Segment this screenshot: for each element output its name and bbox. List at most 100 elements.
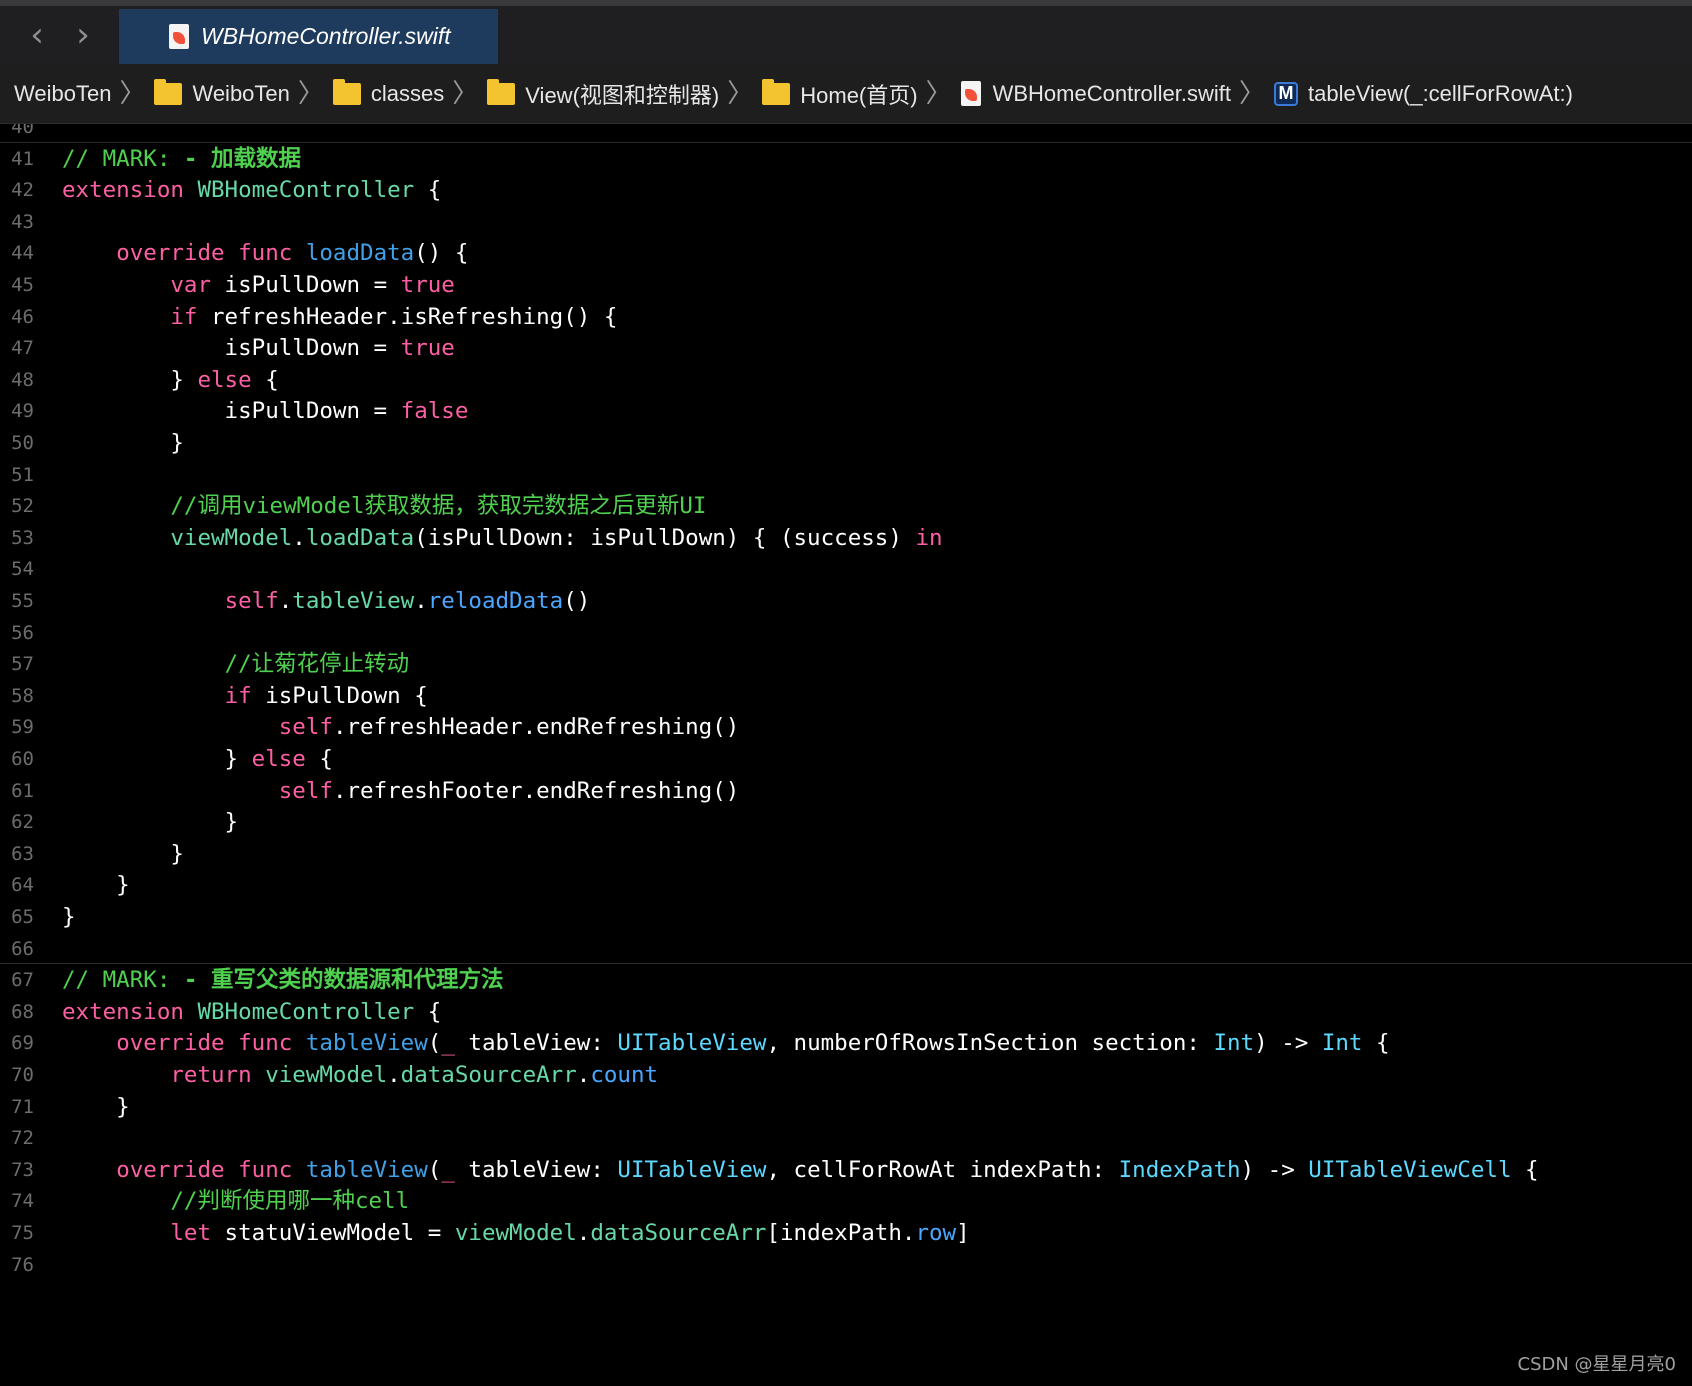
code-text: } [62,872,130,899]
code-text: self.refreshHeader.endRefreshing() [278,714,740,741]
breadcrumb: WeiboTen 〉 WeiboTen 〉 classes 〉 View(视图和控制器) 〉 H… [0,64,1692,124]
code-line[interactable]: 69 override func tableView(_ tableView: … [0,1026,1692,1060]
code-line[interactable]: 54 [0,552,1692,586]
code-line[interactable]: 60 } else { [0,742,1692,776]
code-text: } [62,809,239,836]
chevron-right-icon[interactable]: › [68,18,98,52]
breadcrumb-item[interactable]: MtableView(_:cellForRowAt:) [1274,81,1573,107]
breadcrumb-item[interactable]: Home(首页) [762,78,918,110]
code-text: } [62,904,76,930]
code-line[interactable]: 73 override func tableView(_ tableView: … [0,1153,1692,1187]
code-line[interactable]: 57 //让菊花停止转动 [0,647,1692,681]
code-text: return viewModel.dataSourceArr.count [170,1062,659,1088]
folder-icon [487,78,516,105]
line-number: 65 [11,906,34,928]
tab-wbhomecontroller[interactable]: WBHomeController.swift [119,9,498,64]
breadcrumb-label: WeiboTen [14,80,112,106]
folder-icon [762,78,791,105]
code-line[interactable]: 58 if isPullDown { [0,679,1692,713]
line-number: 70 [11,1064,34,1086]
line-number: 50 [11,432,34,454]
line-number: 64 [11,874,34,897]
line-number: 56 [11,621,34,644]
code-line[interactable]: 63 } [0,837,1692,871]
breadcrumb-item[interactable]: View(视图和控制器) [487,78,719,110]
breadcrumb-separator-icon: 〉 [452,78,479,109]
code-line[interactable]: 43 [0,205,1692,239]
code-text: isPullDown = true [62,335,455,362]
line-number: 46 [11,305,34,328]
line-number: 72 [11,1127,34,1150]
line-number: 44 [11,242,34,265]
line-number: 67 [11,969,34,992]
code-line[interactable]: 47 isPullDown = true [0,331,1692,365]
code-text: // MARK: - 加载数据 [62,145,302,172]
line-number: 55 [11,590,34,612]
code-line[interactable]: 52 //调用viewModel获取数据，获取完数据之后更新UI [0,489,1692,523]
code-line[interactable]: 56 [0,616,1692,650]
breadcrumb-label: View(视图和控制器) [525,82,720,108]
code-line[interactable]: 72 [0,1121,1692,1155]
code-line[interactable]: 62 } [0,805,1692,839]
line-number: 42 [11,179,34,202]
code-line[interactable]: 48 } else { [0,363,1692,397]
code-line[interactable]: 45 var isPullDown = true [0,268,1692,302]
code-text: } else { [62,746,333,772]
code-line[interactable]: 64 } [0,868,1692,902]
line-number: 54 [11,558,34,581]
code-text: override func tableView(_ tableView: UIT… [116,1156,1539,1183]
breadcrumb-item[interactable]: WeiboTen [14,81,111,107]
code-text: self.refreshFooter.endRefreshing() [278,777,740,804]
code-line[interactable]: 67 // MARK: - 重写父类的数据源和代理方法 [0,963,1692,997]
tab-label: WBHomeController.swift [201,23,451,49]
line-number: 57 [11,653,34,676]
line-number: 61 [11,779,34,802]
code-line[interactable]: 53 viewModel.loadData(isPullDown: isPull… [0,521,1692,555]
code-line[interactable]: 65} [0,900,1692,934]
code-line[interactable]: 55 self.tableView.reloadData() [0,584,1692,618]
code-line[interactable]: 71 } [0,1090,1692,1124]
method-icon: M [1274,81,1299,106]
swift-file-icon [169,24,189,49]
code-line[interactable]: 44 override func loadData() { [0,236,1692,270]
breadcrumb-label: tableView(_:cellForRowAt:) [1308,80,1573,106]
code-text: var isPullDown = true [170,272,455,298]
line-number: 74 [11,1190,34,1213]
code-line[interactable]: 59 self.refreshHeader.endRefreshing() [0,710,1692,744]
code-text: } [62,430,184,456]
swift-file-icon [960,81,981,106]
code-line[interactable]: 68 extension WBHomeController { [0,995,1692,1029]
line-number: 53 [11,526,34,549]
code-line[interactable]: 74 //判断使用哪一种cell [0,1184,1692,1218]
code-line[interactable]: 42 extension WBHomeController { [0,173,1692,207]
code-line[interactable]: 46 if refreshHeader.isRefreshing() { [0,300,1692,334]
code-line[interactable]: 41 // MARK: - 加载数据 [0,142,1692,176]
breadcrumb-separator-icon: 〉 [1239,78,1266,109]
breadcrumb-label: Home(首页) [800,82,918,108]
mark-divider [0,141,1692,143]
code-line[interactable]: 61 self.refreshFooter.endRefreshing() [0,774,1692,808]
line-number: 66 [11,937,34,960]
code-text: if isPullDown { [224,682,428,709]
line-number: 75 [11,1222,34,1244]
code-line[interactable]: 50 } [0,426,1692,460]
code-editor[interactable]: 40 41// MARK: - 加载数据 42 extension WBHomeCon… [0,124,1692,1386]
breadcrumb-item[interactable]: classes [332,78,444,107]
code-text: extension WBHomeController { [62,998,442,1025]
breadcrumb-item[interactable]: WeiboTen [154,78,290,107]
code-text: isPullDown = false [62,398,469,425]
folder-icon [332,78,361,105]
code-line[interactable]: 70 return viewModel.dataSourceArr.count [0,1058,1692,1092]
code-line[interactable]: 51 [0,458,1692,492]
code-line[interactable]: 66 [0,932,1692,966]
code-line[interactable]: 76 [0,1248,1692,1282]
code-line[interactable]: 75 let statuViewModel = viewModel.dataSo… [0,1216,1692,1250]
code-text: if refreshHeader.isRefreshing() { [170,303,618,330]
breadcrumb-label: WeiboTen [192,80,290,106]
chevron-left-icon[interactable]: ‹ [22,18,52,52]
line-number: 60 [11,748,34,770]
breadcrumb-item[interactable]: WBHomeController.swift [960,81,1231,107]
line-number: 45 [11,274,34,296]
code-line[interactable]: 49 isPullDown = false [0,394,1692,428]
folder-icon [154,78,183,105]
